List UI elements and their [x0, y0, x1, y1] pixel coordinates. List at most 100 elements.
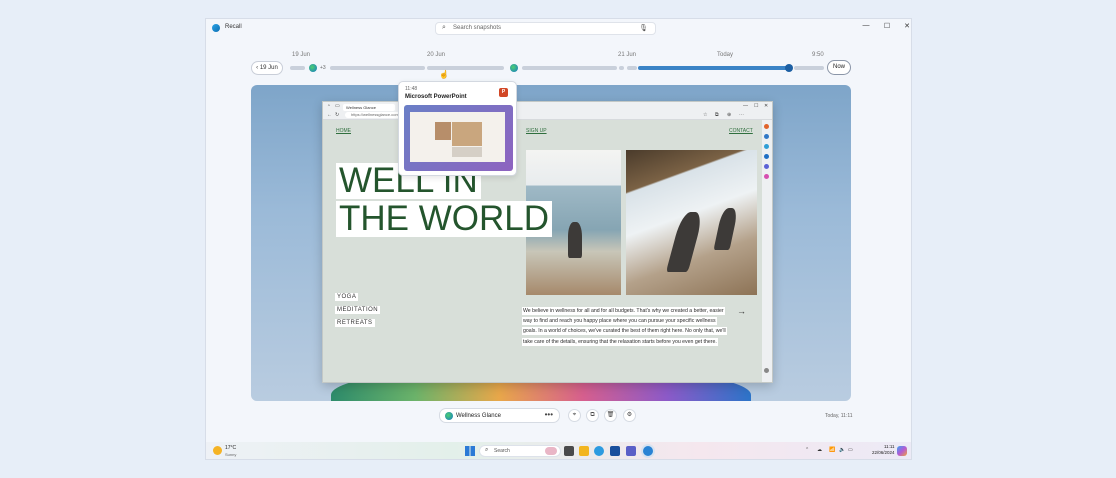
- slide-photo: [452, 122, 482, 146]
- outlook-icon[interactable]: [764, 154, 769, 159]
- edge-browser-icon: [445, 412, 453, 420]
- search-highlight-icon[interactable]: [545, 447, 557, 455]
- timeline-active-segment[interactable]: [638, 66, 788, 70]
- snapshot-app-title: Wellness Glance: [456, 413, 501, 419]
- timeline-segment[interactable]: [522, 66, 617, 70]
- back-date-label: 19 Jun: [259, 65, 278, 71]
- slide-photo: [452, 147, 482, 157]
- timeline-segment[interactable]: [290, 66, 305, 70]
- wifi-icon[interactable]: 📶: [829, 447, 835, 453]
- timeline-segment[interactable]: [330, 66, 425, 70]
- snapshot-viewer[interactable]: ◔ ▭ Wellness Glance ← ↻ https://wellness…: [251, 85, 851, 401]
- search-icon: ⌕: [485, 447, 489, 453]
- menu-icon[interactable]: ⋯: [739, 112, 744, 118]
- copy-icon[interactable]: ⧉: [586, 409, 599, 422]
- close-icon[interactable]: ✕: [764, 103, 768, 109]
- intro-paragraph: We believe in wellness for all and for a…: [522, 306, 727, 347]
- timeline-segment[interactable]: [627, 66, 637, 70]
- settings-icon[interactable]: ⚙: [623, 409, 636, 422]
- snapshot-app-pill[interactable]: Wellness Glance •••: [439, 408, 560, 423]
- minimize-icon[interactable]: —: [743, 103, 748, 109]
- file-explorer-icon[interactable]: [579, 446, 589, 456]
- nav-contact-link[interactable]: CONTACT: [729, 128, 753, 134]
- paragraph-line: We believe in wellness for all and for a…: [522, 307, 725, 315]
- more-apps-count: +3: [320, 65, 326, 71]
- maximize-icon[interactable]: ☐: [880, 22, 894, 30]
- windows-start-icon[interactable]: [465, 446, 475, 456]
- copilot-icon[interactable]: [897, 446, 907, 456]
- games-icon[interactable]: [764, 164, 769, 169]
- click-to-do-icon[interactable]: ⌖: [568, 409, 581, 422]
- browser-tab[interactable]: Wellness Glance: [343, 104, 395, 111]
- now-button[interactable]: Now: [827, 60, 851, 75]
- edge-taskbar-icon[interactable]: [594, 446, 604, 456]
- timeline-segment[interactable]: [794, 66, 824, 70]
- meditating-person: [568, 222, 582, 258]
- nav-home-link[interactable]: HOME: [336, 128, 351, 134]
- weather-description: Sunny: [225, 452, 237, 457]
- edge-browser-icon[interactable]: [309, 64, 317, 72]
- snapshot-preview-card[interactable]: 11:48 Microsoft PowerPoint P: [398, 81, 517, 176]
- preview-time: 11:48: [405, 86, 418, 92]
- favorites-icon[interactable]: ☆: [703, 112, 707, 118]
- app-title: Recall: [225, 24, 242, 30]
- browser-toolbar: ◔ ▭ Wellness Glance ← ↻ https://wellness…: [323, 102, 772, 120]
- nav-signup-link[interactable]: SIGN UP: [526, 128, 547, 134]
- sun-icon[interactable]: [213, 446, 222, 455]
- timeline-date: Today: [717, 52, 734, 58]
- browser-window[interactable]: ◔ ▭ Wellness Glance ← ↻ https://wellness…: [322, 101, 773, 383]
- search-placeholder: Search snapshots: [453, 25, 502, 31]
- volume-icon[interactable]: 🔈: [839, 447, 845, 453]
- preview-app-name: Microsoft PowerPoint: [405, 94, 467, 100]
- shopping-icon[interactable]: [764, 134, 769, 139]
- timeline-date: 9:50: [812, 52, 824, 58]
- task-view-icon[interactable]: [564, 446, 574, 456]
- snapshot-timestamp: Today, 11:11: [825, 413, 853, 419]
- battery-icon[interactable]: ▭: [848, 447, 853, 453]
- store-icon[interactable]: [610, 446, 620, 456]
- onedrive-icon[interactable]: ☁: [817, 447, 822, 453]
- taskbar-search-label: Search: [494, 448, 510, 454]
- refresh-icon[interactable]: ↻: [335, 112, 339, 118]
- back-date-button[interactable]: ‹ 19 Jun: [251, 61, 283, 75]
- tag-yoga[interactable]: YOGA: [335, 293, 359, 301]
- recall-logo-icon: [212, 24, 220, 32]
- extensions-icon[interactable]: ⊕: [727, 112, 731, 118]
- paragraph-line: way to find and reach you happy place wh…: [522, 317, 717, 326]
- timeline-slider-thumb[interactable]: [785, 64, 793, 72]
- recall-taskbar-icon[interactable]: [643, 446, 653, 456]
- taskbar-clock[interactable]: 11:11 22/06/2024: [872, 444, 895, 456]
- edge-browser-icon[interactable]: [510, 64, 518, 72]
- maximize-icon[interactable]: ☐: [754, 103, 758, 109]
- drop-icon[interactable]: [764, 174, 769, 179]
- profile-icon[interactable]: ◔: [327, 103, 330, 109]
- snapshot-search-input[interactable]: ⌕ Search snapshots 🎙: [435, 22, 656, 35]
- slide-photo: [435, 122, 451, 140]
- taskbar: 17°C Sunny ⌕ Search ⌃ ☁ 📶 🔈 ▭ 11:11 22/0…: [206, 442, 911, 459]
- tag-meditation[interactable]: MEDITATION: [335, 306, 381, 314]
- powerpoint-icon: P: [499, 88, 508, 97]
- delete-icon[interactable]: 🗑: [604, 409, 617, 422]
- collections-icon[interactable]: ⧉: [715, 112, 719, 118]
- arrow-right-icon[interactable]: →: [737, 306, 746, 316]
- weather-temperature: 17°C: [225, 445, 237, 451]
- tabs-icon[interactable]: ▭: [335, 103, 340, 109]
- minimize-icon[interactable]: —: [859, 22, 873, 29]
- close-icon[interactable]: ✕: [900, 22, 911, 30]
- more-options-icon[interactable]: •••: [545, 410, 553, 419]
- teams-icon[interactable]: [626, 446, 636, 456]
- copilot-icon[interactable]: [764, 124, 769, 129]
- back-icon[interactable]: ←: [327, 112, 332, 118]
- hand-cursor-icon: ☝: [439, 70, 449, 79]
- timeline-segment[interactable]: [619, 66, 624, 70]
- slide-image: [410, 112, 505, 162]
- paragraph-line: goals. In a world of choices, we've cura…: [522, 327, 727, 336]
- preview-thumbnail: [404, 105, 513, 171]
- chevron-up-icon[interactable]: ⌃: [805, 447, 809, 453]
- tag-retreats[interactable]: RETREATS: [335, 319, 375, 327]
- settings-icon[interactable]: [764, 368, 769, 373]
- recall-window: Recall ⌕ Search snapshots 🎙 — ☐ ✕ 19 Jun…: [205, 18, 912, 460]
- microphone-icon[interactable]: 🎙: [639, 24, 648, 32]
- timeline-date: 20 Jun: [427, 52, 446, 58]
- tools-icon[interactable]: [764, 144, 769, 149]
